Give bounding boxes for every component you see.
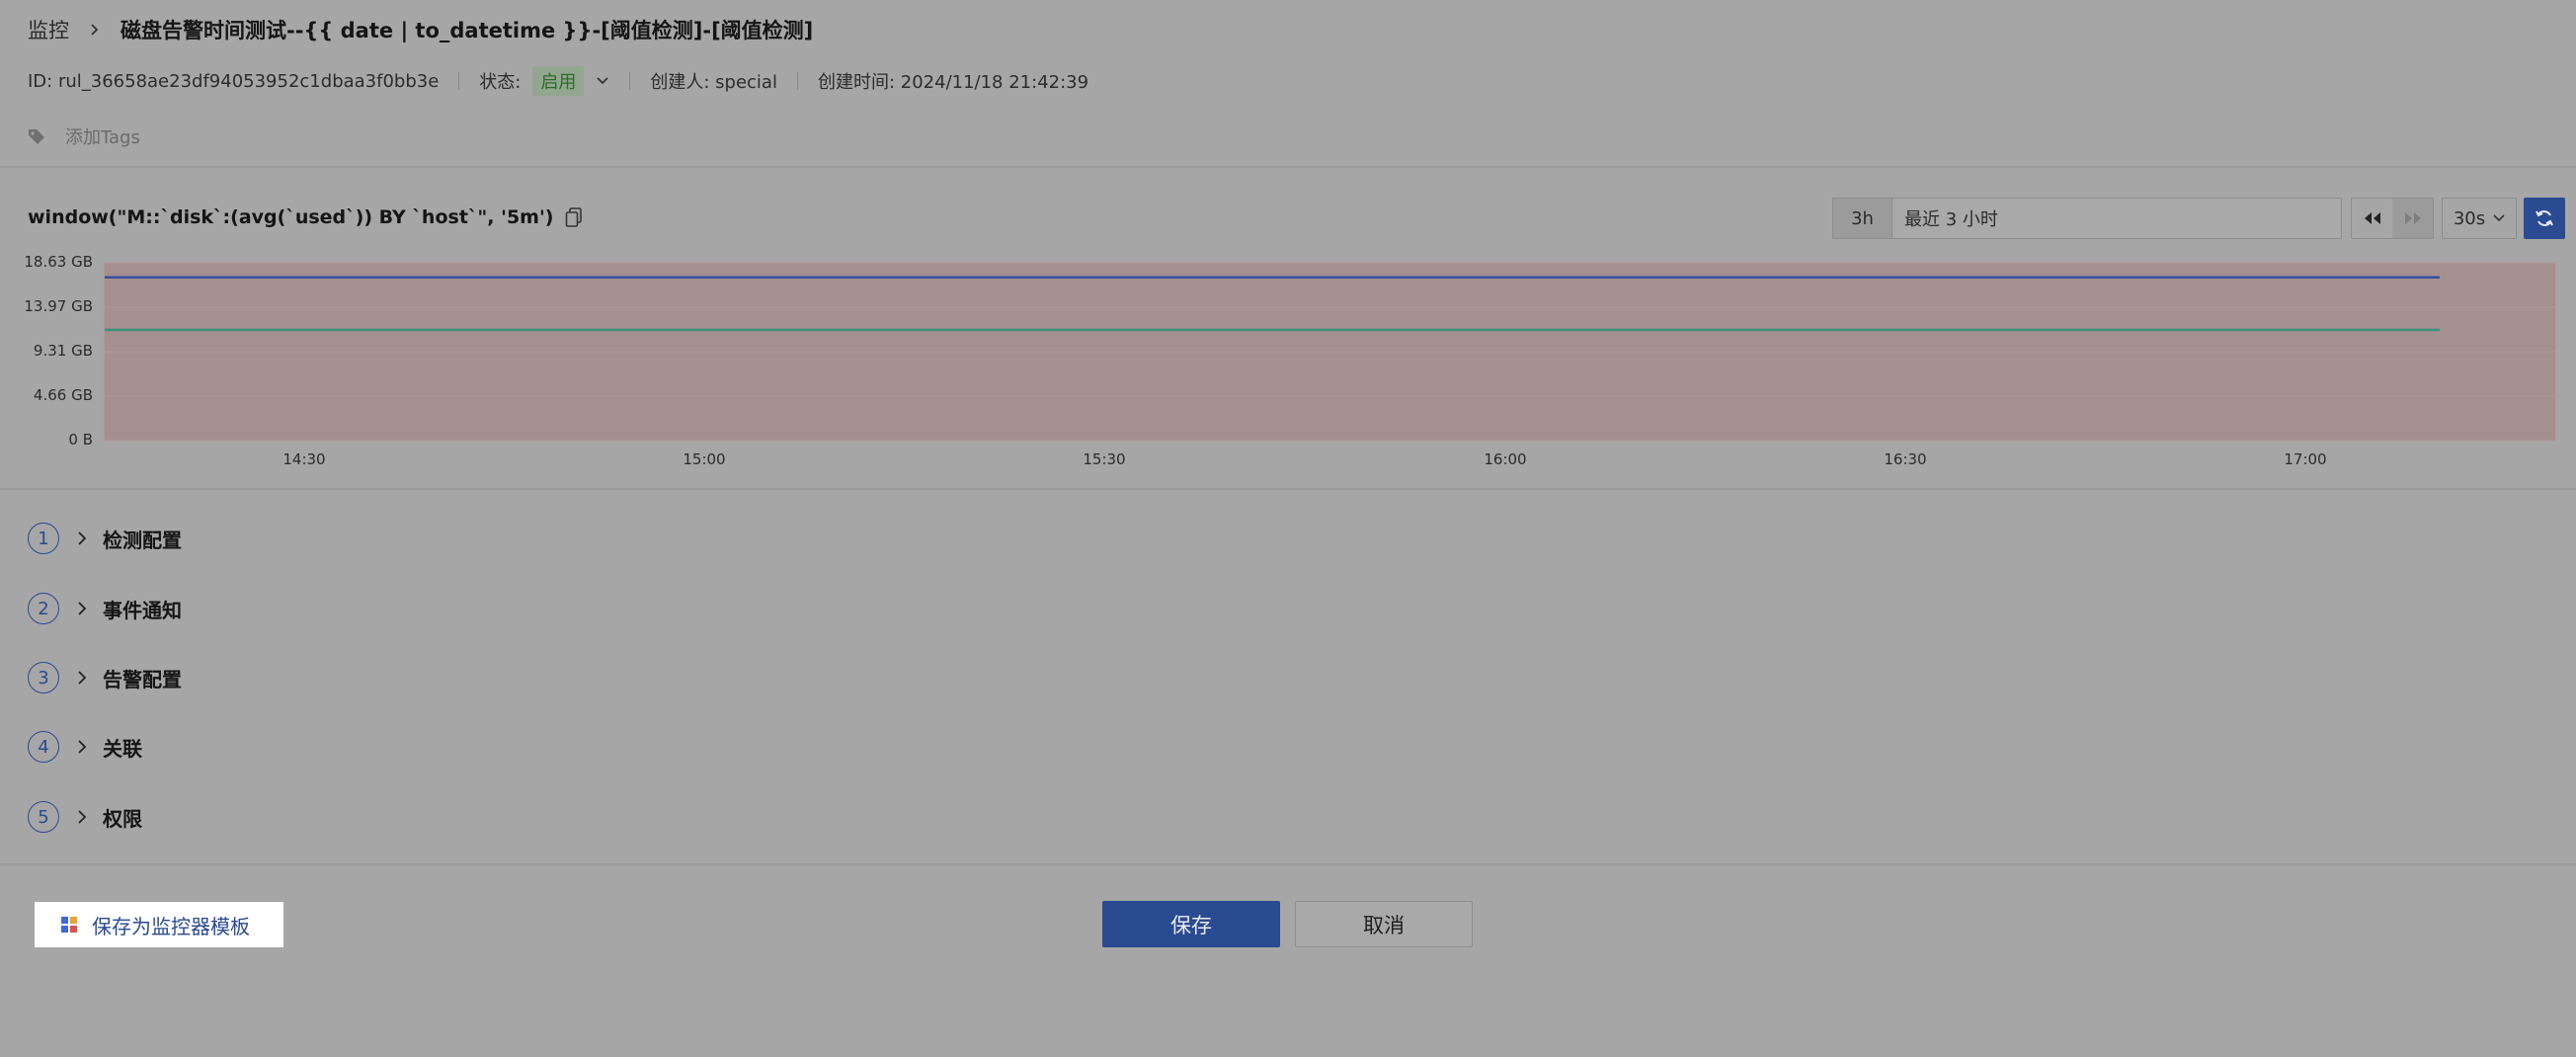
y-tick-label: 13.97 GB [24, 297, 93, 315]
section-header[interactable]: 3 告警配置 [28, 660, 182, 695]
save-as-template-button[interactable]: 保存为监控器模板 [35, 902, 283, 947]
y-tick-label: 0 B [68, 431, 93, 448]
y-tick-label: 18.63 GB [24, 253, 93, 271]
step-number: 5 [28, 801, 59, 833]
step-number: 3 [28, 662, 59, 693]
y-tick-label: 9.31 GB [33, 342, 93, 360]
chevron-right-icon [77, 740, 87, 754]
y-tick-label: 4.66 GB [33, 386, 93, 404]
template-icon [60, 916, 78, 934]
step-number: 2 [28, 593, 59, 624]
save-button[interactable]: 保存 [1102, 901, 1280, 947]
divider [0, 488, 2576, 490]
step-number: 4 [28, 731, 59, 763]
section-label: 告警配置 [103, 667, 182, 691]
cancel-button[interactable]: 取消 [1295, 901, 1473, 947]
section-label: 关联 [103, 736, 142, 761]
x-tick-label: 14:30 [282, 450, 326, 468]
x-tick-label: 17:00 [2284, 450, 2327, 468]
divider [0, 863, 2576, 865]
chevron-right-icon [77, 671, 87, 685]
x-tick-label: 16:30 [1884, 450, 1927, 468]
section-header[interactable]: 5 权限 [28, 799, 142, 835]
section-header[interactable]: 4 关联 [28, 729, 142, 765]
save-as-template-label: 保存为监控器模板 [92, 914, 250, 938]
chevron-right-icon [77, 602, 87, 615]
section-label: 检测配置 [103, 528, 182, 552]
section-header[interactable]: 1 检测配置 [28, 521, 182, 556]
chart-svg [104, 262, 2556, 442]
step-number: 1 [28, 523, 59, 554]
chevron-right-icon [77, 531, 87, 545]
section-label: 权限 [103, 806, 142, 831]
section-header[interactable]: 2 事件通知 [28, 591, 182, 626]
section-label: 事件通知 [103, 598, 182, 622]
x-tick-label: 15:30 [1083, 450, 1126, 468]
x-tick-label: 15:00 [683, 450, 726, 468]
x-tick-label: 16:00 [1484, 450, 1527, 468]
chevron-right-icon [77, 810, 87, 824]
